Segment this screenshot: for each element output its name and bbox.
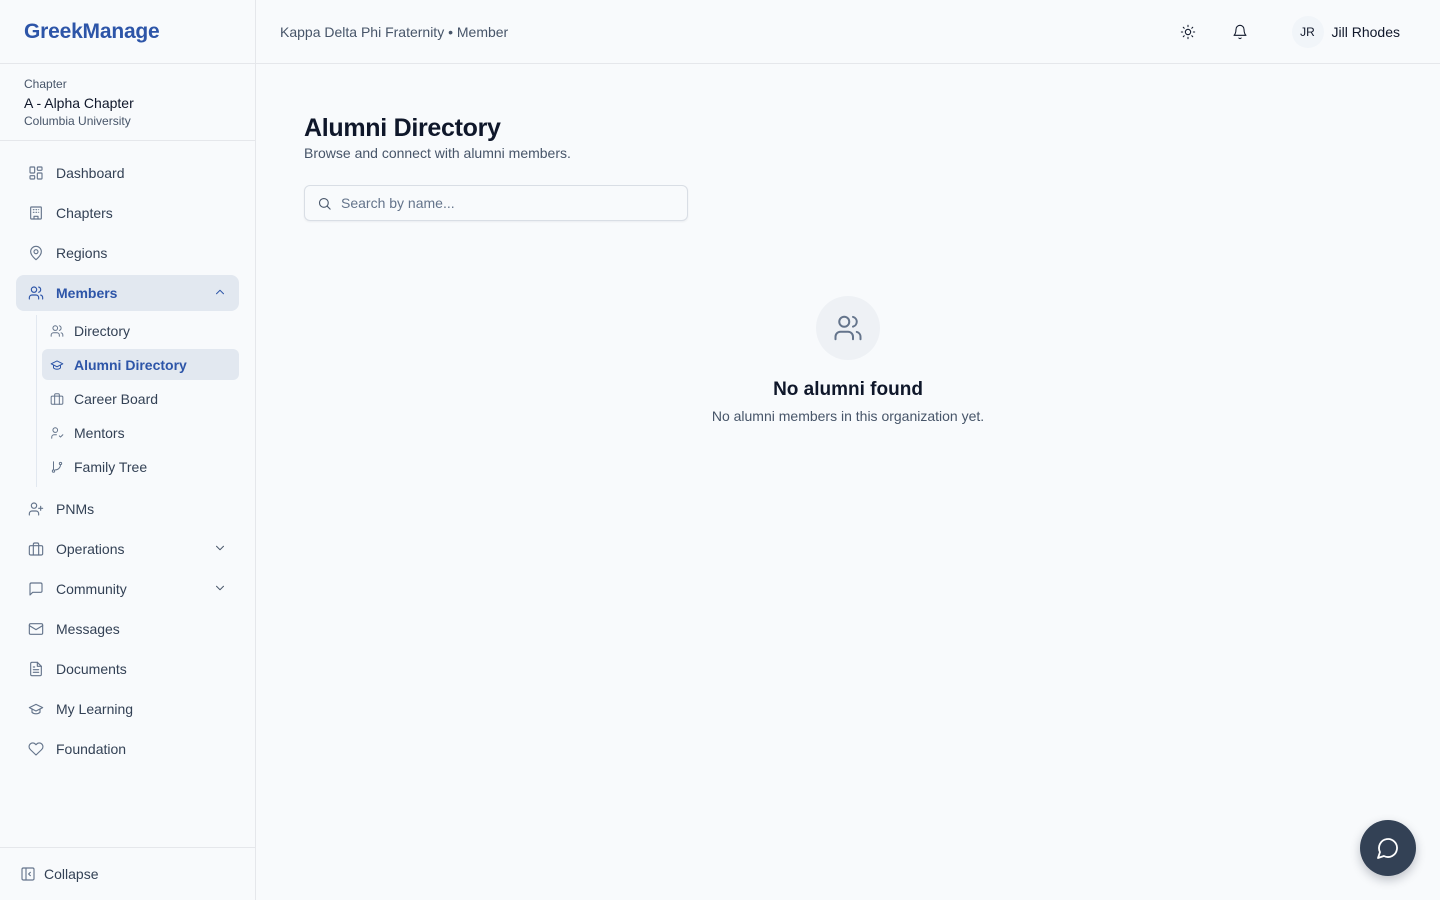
brand-logo-text[interactable]: GreekManage bbox=[24, 20, 160, 44]
sidebar-item-label: Community bbox=[56, 581, 127, 597]
sidebar-item-label: Chapters bbox=[56, 205, 113, 221]
members-subnav: Directory Alumni Directory Career Board … bbox=[36, 315, 239, 487]
page-subtitle: Browse and connect with alumni members. bbox=[304, 145, 571, 161]
sidebar-item-members[interactable]: Members bbox=[16, 275, 239, 311]
users-icon bbox=[834, 315, 862, 341]
sidebar-item-label: Messages bbox=[56, 621, 120, 637]
grid-icon bbox=[28, 165, 44, 181]
top-actions: JR Jill Rhodes bbox=[1172, 0, 1400, 64]
sidebar-subitem-label: Mentors bbox=[74, 424, 125, 441]
sidebar-subitem-mentors[interactable]: Mentors bbox=[42, 417, 239, 448]
sidebar-item-operations[interactable]: Operations bbox=[16, 531, 239, 567]
heart-icon bbox=[28, 741, 44, 757]
sidebar-subitem-label: Career Board bbox=[74, 390, 159, 407]
chapter-name: A - Alpha Chapter bbox=[24, 95, 134, 111]
sidebar-item-documents[interactable]: Documents bbox=[16, 651, 239, 687]
chevron-down-icon[interactable] bbox=[213, 581, 227, 595]
empty-state-description: No alumni members in this organization y… bbox=[711, 408, 985, 424]
chevron-down-icon[interactable] bbox=[213, 541, 227, 555]
theme-toggle-button[interactable] bbox=[1172, 16, 1204, 48]
sidebar: GreekManage Chapter A - Alpha Chapter Co… bbox=[0, 0, 256, 900]
sun-icon bbox=[1180, 24, 1195, 40]
notifications-button[interactable] bbox=[1224, 16, 1256, 48]
building-icon bbox=[28, 205, 44, 221]
sidebar-item-label: Foundation bbox=[56, 741, 127, 757]
empty-state-title: No alumni found bbox=[773, 379, 923, 400]
collapse-sidebar-button[interactable]: Collapse bbox=[0, 847, 255, 900]
organization-role: Kappa Delta Phi Fraternity • Member bbox=[280, 23, 509, 40]
sidebar-item-label: Members bbox=[56, 285, 118, 301]
collapse-label: Collapse bbox=[44, 866, 99, 882]
search-box[interactable] bbox=[304, 185, 688, 221]
user-plus-icon bbox=[28, 501, 44, 517]
briefcase-icon bbox=[28, 541, 44, 557]
sidebar-item-label: My Learning bbox=[56, 701, 134, 717]
empty-state: No alumni found No alumni members in thi… bbox=[648, 296, 1048, 424]
sidebar-item-label: Regions bbox=[56, 245, 108, 261]
git-branch-icon bbox=[50, 460, 64, 474]
graduation-cap-icon bbox=[28, 701, 44, 717]
search-input[interactable] bbox=[341, 195, 661, 211]
chapter-switcher[interactable]: Chapter A - Alpha Chapter Columbia Unive… bbox=[0, 64, 255, 141]
user-check-icon bbox=[50, 426, 64, 440]
chevron-up-icon[interactable] bbox=[213, 285, 227, 299]
top-bar: Kappa Delta Phi Fraternity • Member JR J… bbox=[256, 0, 1440, 64]
sidebar-item-label: Dashboard bbox=[56, 165, 125, 181]
panel-collapse-icon bbox=[21, 867, 35, 881]
empty-state-illustration bbox=[816, 296, 880, 360]
message-square-icon bbox=[28, 581, 44, 597]
search-icon bbox=[318, 197, 331, 210]
sidebar-subitem-alumni-directory[interactable]: Alumni Directory bbox=[42, 349, 239, 380]
sidebar-item-chapters[interactable]: Chapters bbox=[16, 195, 239, 231]
sidebar-item-messages[interactable]: Messages bbox=[16, 611, 239, 647]
chat-bubble-icon bbox=[1377, 838, 1398, 859]
sidebar-item-my-learning[interactable]: My Learning bbox=[16, 691, 239, 727]
sidebar-subitem-directory[interactable]: Directory bbox=[42, 315, 239, 346]
sidebar-item-foundation[interactable]: Foundation bbox=[16, 731, 239, 767]
sidebar-item-label: Documents bbox=[56, 661, 127, 677]
page-title: Alumni Directory bbox=[304, 114, 501, 142]
sidebar-subitem-label: Directory bbox=[74, 322, 131, 339]
user-menu[interactable]: JR Jill Rhodes bbox=[1291, 16, 1400, 48]
sidebar-item-regions[interactable]: Regions bbox=[16, 235, 239, 271]
sidebar-item-label: Operations bbox=[56, 541, 125, 557]
chapter-university: Columbia University bbox=[24, 114, 131, 128]
users-icon bbox=[50, 324, 64, 338]
file-icon bbox=[28, 661, 44, 677]
sidebar-item-label: PNMs bbox=[56, 501, 95, 517]
sidebar-subitem-label: Alumni Directory bbox=[74, 356, 187, 373]
bell-icon bbox=[1232, 24, 1247, 40]
user-name: Jill Rhodes bbox=[1331, 24, 1400, 40]
mail-icon bbox=[28, 621, 44, 637]
brand: GreekManage bbox=[0, 0, 255, 64]
chapter-label: Chapter bbox=[24, 77, 67, 91]
sidebar-subitem-career-board[interactable]: Career Board bbox=[42, 383, 239, 414]
main-content: Alumni Directory Browse and connect with… bbox=[304, 112, 688, 221]
map-pin-icon bbox=[28, 245, 44, 261]
users-icon bbox=[28, 285, 44, 301]
sidebar-nav: Dashboard Chapters Regions Members Direc… bbox=[16, 155, 239, 771]
sidebar-item-community[interactable]: Community bbox=[16, 571, 239, 607]
sidebar-subitem-label: Family Tree bbox=[74, 458, 148, 475]
graduation-cap-icon bbox=[50, 358, 64, 372]
chat-button[interactable] bbox=[1360, 820, 1416, 876]
avatar: JR bbox=[1291, 16, 1324, 48]
briefcase-icon bbox=[50, 392, 64, 406]
sidebar-subitem-family-tree[interactable]: Family Tree bbox=[42, 451, 239, 482]
sidebar-item-dashboard[interactable]: Dashboard bbox=[16, 155, 239, 191]
sidebar-item-pnms[interactable]: PNMs bbox=[16, 491, 239, 527]
